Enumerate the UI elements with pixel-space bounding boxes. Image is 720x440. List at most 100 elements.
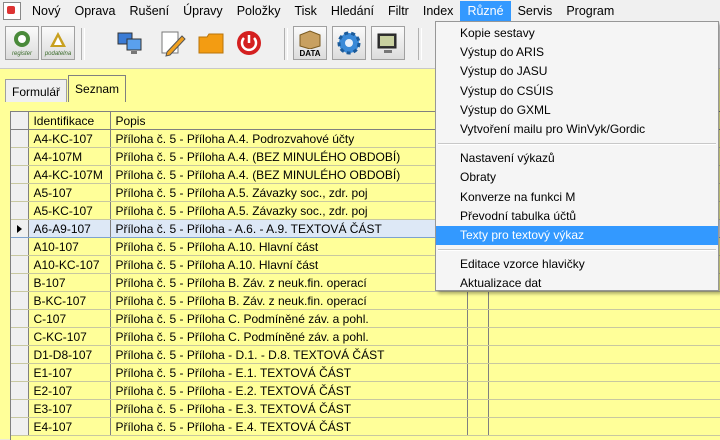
- menu-8[interactable]: Index: [416, 1, 461, 21]
- cell-identifikace[interactable]: A10-107: [28, 237, 112, 256]
- cell-popis[interactable]: Příloha č. 5 - Příloha A.4. (BEZ MINULÉH…: [110, 165, 469, 184]
- menu-0[interactable]: Nový: [25, 1, 67, 21]
- cell-popis[interactable]: Příloha č. 5 - Příloha - E.4. TEXTOVÁ ČÁ…: [110, 417, 469, 436]
- menu-1[interactable]: Oprava: [67, 1, 122, 21]
- cell-identifikace[interactable]: C-107: [28, 309, 112, 328]
- cell-identifikace[interactable]: E4-107: [28, 417, 112, 436]
- table-row[interactable]: E1-107 Příloha č. 5 - Příloha - E.1. TEXT…: [11, 363, 720, 382]
- dropdown-item[interactable]: Výstup do JASU: [436, 62, 718, 81]
- cell-identifikace[interactable]: A4-107M: [28, 147, 112, 166]
- menu-5[interactable]: Tisk: [287, 1, 323, 21]
- power-button[interactable]: [232, 26, 266, 60]
- table-row[interactable]: E2-107 Příloha č. 5 - Příloha - E.2. TEXT…: [11, 381, 720, 400]
- cell-identifikace[interactable]: A10-KC-107: [28, 255, 112, 274]
- podatelna-logo-label: podatelna: [44, 51, 72, 57]
- dropdown-item[interactable]: Převodní tabulka účtů: [436, 207, 718, 226]
- settings-button[interactable]: [332, 26, 366, 60]
- monitor-button[interactable]: [371, 26, 405, 60]
- dropdown-item[interactable]: Editace vzorce hlavičky: [436, 255, 718, 274]
- menu-3[interactable]: Úpravy: [176, 1, 230, 21]
- cell-popis[interactable]: Příloha č. 5 - Příloha - E.1. TEXTOVÁ ČÁ…: [110, 363, 469, 382]
- row-indicator[interactable]: [11, 219, 30, 238]
- table-row[interactable]: C-KC-107 Příloha č. 5 - Příloha C. Podmín…: [11, 327, 720, 346]
- cell-identifikace[interactable]: B-107: [28, 273, 112, 292]
- menu-4[interactable]: Položky: [230, 1, 288, 21]
- menu-6[interactable]: Hledání: [324, 1, 381, 21]
- cell-popis[interactable]: Příloha č. 5 - Příloha A.10. Hlavní část: [110, 237, 469, 256]
- cell-popis[interactable]: Příloha č. 5 - Příloha A.10. Hlavní část: [110, 255, 469, 274]
- cell-popis[interactable]: Příloha č. 5 - Příloha - D.1. - D.8. TEX…: [110, 345, 469, 364]
- cell-popis[interactable]: Příloha č. 5 - Příloha B. Záv. z neuk.fi…: [110, 291, 469, 310]
- table-row[interactable]: E3-107 Příloha č. 5 - Příloha - E.3. TEXT…: [11, 399, 720, 418]
- cell-identifikace[interactable]: D1-D8-107: [28, 345, 112, 364]
- dropdown-item[interactable]: Výstup do ARIS: [436, 43, 718, 62]
- cell-identifikace[interactable]: E1-107: [28, 363, 112, 382]
- cell-identifikace[interactable]: A5-107: [28, 183, 112, 202]
- row-indicator[interactable]: [11, 201, 30, 220]
- cell-identifikace[interactable]: A4-KC-107M: [28, 165, 112, 184]
- data-button[interactable]: DATA: [293, 26, 327, 60]
- cell-popis[interactable]: Příloha č. 5 - Příloha A.4. (BEZ MINULÉH…: [110, 147, 469, 166]
- dropdown-item[interactable]: Nastavení výkazů: [436, 149, 718, 168]
- dropdown-item[interactable]: Výstup do CSÚIS: [436, 82, 718, 101]
- cell-popis[interactable]: Příloha č. 5 - Příloha - E.3. TEXTOVÁ ČÁ…: [110, 399, 469, 418]
- cell-identifikace[interactable]: A5-KC-107: [28, 201, 112, 220]
- computers-button[interactable]: [113, 26, 147, 60]
- cell-identifikace[interactable]: A4-KC-107: [28, 129, 112, 148]
- cell-popis[interactable]: Příloha č. 5 - Příloha - A.6. - A.9. TEX…: [110, 219, 469, 238]
- podatelna-logo-button[interactable]: podatelna: [41, 26, 75, 60]
- cell-empty: [467, 327, 490, 346]
- menu-9[interactable]: Různé: [460, 1, 511, 21]
- row-indicator[interactable]: [11, 165, 30, 184]
- app-icon[interactable]: [3, 2, 21, 20]
- row-indicator[interactable]: [11, 291, 30, 310]
- cell-popis[interactable]: Příloha č. 5 - Příloha B. Záv. z neuk.fi…: [110, 273, 469, 292]
- cell-popis[interactable]: Příloha č. 5 - Příloha C. Podmíněné záv.…: [110, 309, 469, 328]
- table-row[interactable]: B-KC-107 Příloha č. 5 - Příloha B. Záv. z…: [11, 291, 720, 310]
- row-indicator[interactable]: [11, 363, 30, 382]
- dropdown-item[interactable]: Aktualizace dat: [436, 274, 718, 293]
- table-row[interactable]: E4-107 Příloha č. 5 - Příloha - E.4. TEXT…: [11, 417, 720, 436]
- row-indicator[interactable]: [11, 345, 30, 364]
- edit-button[interactable]: [155, 26, 189, 60]
- cell-identifikace[interactable]: E2-107: [28, 381, 112, 400]
- dropdown-item[interactable]: Vytvoření mailu pro WinVyk/Gordic: [436, 120, 718, 139]
- column-header-identifikace[interactable]: Identifikace: [28, 112, 112, 130]
- cell-identifikace[interactable]: E3-107: [28, 399, 112, 418]
- cell-popis[interactable]: Příloha č. 5 - Příloha A.5. Závazky soc.…: [110, 201, 469, 220]
- dropdown-item[interactable]: Obraty: [436, 168, 718, 187]
- row-indicator[interactable]: [11, 309, 30, 328]
- table-row[interactable]: C-107 Příloha č. 5 - Příloha C. Podmíněné…: [11, 309, 720, 328]
- cell-popis[interactable]: Příloha č. 5 - Příloha - E.2. TEXTOVÁ ČÁ…: [110, 381, 469, 400]
- folder-button[interactable]: [194, 26, 228, 60]
- row-indicator[interactable]: [11, 183, 30, 202]
- dropdown-item[interactable]: Výstup do GXML: [436, 101, 718, 120]
- tab-seznam[interactable]: Seznam: [68, 75, 127, 102]
- row-indicator[interactable]: [11, 399, 30, 418]
- menu-10[interactable]: Servis: [511, 1, 560, 21]
- cell-identifikace[interactable]: C-KC-107: [28, 327, 112, 346]
- table-row[interactable]: D1-D8-107 Příloha č. 5 - Příloha - D.1. -…: [11, 345, 720, 364]
- row-indicator[interactable]: [11, 417, 30, 436]
- register-logo-button[interactable]: register: [5, 26, 39, 60]
- cell-popis[interactable]: Příloha č. 5 - Příloha A.5. Závazky soc.…: [110, 183, 469, 202]
- row-indicator[interactable]: [11, 237, 30, 256]
- row-indicator[interactable]: [11, 129, 30, 148]
- dropdown-item[interactable]: Texty pro textový výkaz: [436, 225, 718, 246]
- row-indicator[interactable]: [11, 327, 30, 346]
- column-header-popis[interactable]: Popis: [110, 112, 469, 130]
- row-indicator[interactable]: [11, 147, 30, 166]
- row-indicator[interactable]: [11, 255, 30, 274]
- cell-identifikace[interactable]: A6-A9-107: [28, 219, 112, 238]
- row-indicator[interactable]: [11, 381, 30, 400]
- dropdown-item[interactable]: Konverze na funkci M: [436, 188, 718, 207]
- cell-popis[interactable]: Příloha č. 5 - Příloha A.4. Podrozvahové…: [110, 129, 469, 148]
- cell-identifikace[interactable]: B-KC-107: [28, 291, 112, 310]
- menu-2[interactable]: Rušení: [122, 1, 176, 21]
- menu-11[interactable]: Program: [559, 1, 621, 21]
- menu-7[interactable]: Filtr: [381, 1, 416, 21]
- tab-formular[interactable]: Formulář: [5, 79, 68, 102]
- row-indicator[interactable]: [11, 273, 30, 292]
- cell-popis[interactable]: Příloha č. 5 - Příloha C. Podmíněné záv.…: [110, 327, 469, 346]
- dropdown-item[interactable]: Kopie sestavy: [436, 24, 718, 43]
